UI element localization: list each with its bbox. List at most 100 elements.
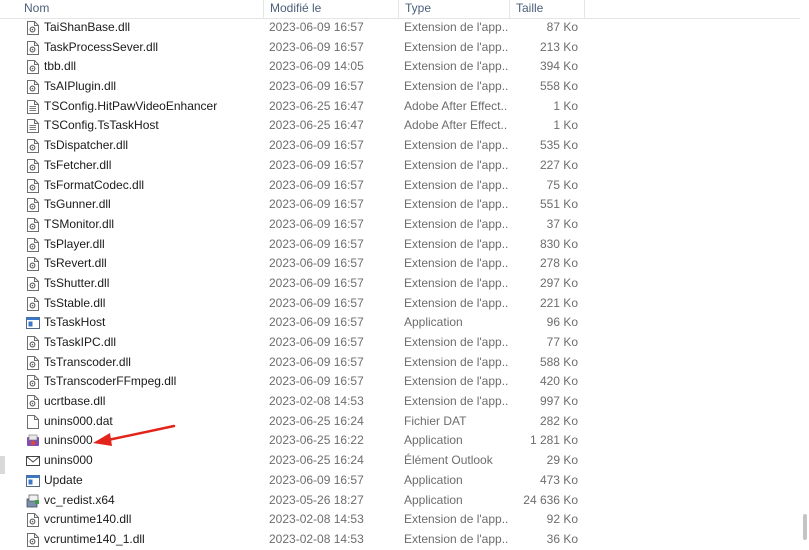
file-icon-cell bbox=[26, 235, 40, 255]
file-type: Extension de l'app... bbox=[404, 216, 508, 231]
file-date: 2023-06-09 16:57 bbox=[269, 315, 364, 330]
file-row[interactable]: vc_redist.x64 2023-05-26 18:27 Application… bbox=[0, 491, 809, 511]
file-size: 36 Ko bbox=[546, 531, 578, 546]
file-size: 37 Ko bbox=[546, 216, 578, 231]
file-name: TSMonitor.dll bbox=[44, 216, 115, 231]
file-date: 2023-06-09 16:57 bbox=[269, 39, 364, 54]
file-row[interactable]: TSConfig.HitPawVideoEnhancer 2023-06-25 1… bbox=[0, 97, 809, 117]
file-row[interactable]: unins000 2023-06-25 16:24 Élément Outlook 2… bbox=[0, 451, 809, 471]
file-row[interactable]: TsFetcher.dll 2023-06-09 16:57 Extension d… bbox=[0, 156, 809, 176]
file-icon-cell bbox=[26, 294, 40, 314]
file-list: TaiShanBase.dll 2023-06-09 16:57 Extension… bbox=[0, 18, 809, 550]
file-date: 2023-06-09 16:57 bbox=[269, 138, 364, 153]
dll-file-icon bbox=[26, 21, 39, 35]
file-row[interactable]: TsDispatcher.dll 2023-06-09 16:57 Extensio… bbox=[0, 136, 809, 156]
file-icon-cell bbox=[26, 274, 40, 294]
file-size: 278 Ko bbox=[539, 256, 578, 271]
file-row[interactable]: vcruntime140.dll 2023-02-08 14:53 Extensio… bbox=[0, 510, 809, 530]
file-row[interactable]: TSMonitor.dll 2023-06-09 16:57 Extension d… bbox=[0, 215, 809, 235]
file-name: unins000.dat bbox=[44, 413, 113, 428]
file-date: 2023-02-08 14:53 bbox=[269, 531, 364, 546]
file-icon-cell bbox=[26, 116, 40, 136]
file-name: TsPlayer.dll bbox=[44, 236, 105, 251]
file-row[interactable]: TsTaskIPC.dll 2023-06-09 16:57 Extension d… bbox=[0, 333, 809, 353]
text-file-icon bbox=[26, 119, 39, 134]
file-name: TsDispatcher.dll bbox=[44, 138, 129, 153]
column-header-name[interactable]: Nom bbox=[18, 0, 264, 18]
file-type: Extension de l'app... bbox=[404, 374, 508, 389]
file-type: Extension de l'app... bbox=[404, 157, 508, 172]
file-name: vc_redist.x64 bbox=[44, 492, 115, 507]
file-row[interactable]: ucrtbase.dll 2023-02-08 14:53 Extension de… bbox=[0, 392, 809, 412]
file-row[interactable]: TsTaskHost 2023-06-09 16:57 Application 96 … bbox=[0, 313, 809, 333]
file-row[interactable]: TsFormatCodec.dll 2023-06-09 16:57 Extensi… bbox=[0, 176, 809, 196]
file-icon-cell bbox=[26, 18, 40, 38]
file-type: Application bbox=[404, 315, 463, 330]
file-size: 420 Ko bbox=[539, 374, 578, 389]
dll-file-icon bbox=[26, 198, 39, 213]
file-size: 77 Ko bbox=[546, 335, 578, 349]
file-icon-cell bbox=[26, 136, 40, 156]
file-size: 535 Ko bbox=[539, 138, 578, 153]
file-row[interactable]: TsAIPlugin.dll 2023-06-09 16:57 Extension … bbox=[0, 77, 809, 97]
file-type: Adobe After Effect... bbox=[404, 98, 508, 113]
file-name: TaiShanBase.dll bbox=[44, 20, 131, 34]
file-row[interactable]: unins000.dat 2023-06-25 16:24 Fichier DAT 2… bbox=[0, 412, 809, 432]
file-icon-cell bbox=[26, 215, 40, 235]
column-header-type[interactable]: Type bbox=[399, 0, 510, 18]
file-name: Update bbox=[44, 472, 83, 487]
file-row[interactable]: unins000 2023-06-25 16:22 Application 1 281… bbox=[0, 431, 809, 451]
file-type: Extension de l'app... bbox=[404, 177, 508, 192]
file-size: 282 Ko bbox=[539, 413, 578, 428]
file-row[interactable]: TsShutter.dll 2023-06-09 16:57 Extension d… bbox=[0, 274, 809, 294]
file-icon-cell bbox=[26, 313, 40, 333]
scrollbar-thumb[interactable] bbox=[803, 514, 807, 540]
file-row[interactable]: TaskProcessSever.dll 2023-06-09 16:57 Exte… bbox=[0, 38, 809, 58]
application-icon bbox=[26, 316, 40, 330]
file-size: 558 Ko bbox=[539, 79, 578, 94]
file-row[interactable]: TsTranscoderFFmpeg.dll 2023-06-09 16:57 Ex… bbox=[0, 372, 809, 392]
file-size: 87 Ko bbox=[546, 20, 578, 34]
file-name: TsShutter.dll bbox=[44, 275, 110, 290]
file-row[interactable]: TSConfig.TsTaskHost 2023-06-25 16:47 Adobe… bbox=[0, 116, 809, 136]
file-row[interactable]: TaiShanBase.dll 2023-06-09 16:57 Extension… bbox=[0, 18, 809, 38]
column-header-size[interactable]: Taille bbox=[510, 0, 585, 18]
file-type: Adobe After Effect... bbox=[404, 118, 508, 133]
file-type: Élément Outlook bbox=[404, 453, 493, 468]
file-date: 2023-06-09 16:57 bbox=[269, 256, 364, 271]
file-row[interactable]: TsGunner.dll 2023-06-09 16:57 Extension de… bbox=[0, 195, 809, 215]
uninstaller-icon bbox=[26, 434, 39, 448]
file-date: 2023-06-09 16:57 bbox=[269, 216, 364, 231]
file-icon-cell bbox=[26, 176, 40, 196]
file-name: TSConfig.HitPawVideoEnhancer bbox=[44, 98, 218, 113]
file-icon-cell bbox=[26, 77, 40, 97]
file-size: 1 281 Ko bbox=[529, 433, 578, 448]
file-date: 2023-06-09 16:57 bbox=[269, 20, 364, 34]
file-date: 2023-06-09 16:57 bbox=[269, 236, 364, 251]
file-size: 221 Ko bbox=[539, 295, 578, 310]
file-row[interactable]: Update 2023-06-09 16:57 Application 473 Ko bbox=[0, 471, 809, 491]
file-icon-cell bbox=[26, 431, 40, 451]
file-row[interactable]: vcruntime140_1.dll 2023-02-08 14:53 Extens… bbox=[0, 530, 809, 550]
file-size: 227 Ko bbox=[539, 157, 578, 172]
column-header-date[interactable]: Modifié le bbox=[264, 0, 399, 18]
vertical-scrollbar[interactable] bbox=[800, 0, 809, 550]
file-type: Extension de l'app... bbox=[404, 236, 508, 251]
file-type: Extension de l'app... bbox=[404, 275, 508, 290]
file-date: 2023-06-25 16:47 bbox=[269, 98, 364, 113]
file-type: Extension de l'app... bbox=[404, 79, 508, 94]
file-name: vcruntime140.dll bbox=[44, 512, 132, 527]
file-type: Extension de l'app... bbox=[404, 512, 508, 527]
file-row[interactable]: TsStable.dll 2023-06-09 16:57 Extension de… bbox=[0, 294, 809, 314]
file-name: TsTranscoderFFmpeg.dll bbox=[44, 374, 177, 389]
dll-file-icon bbox=[26, 395, 39, 410]
dll-file-icon bbox=[26, 336, 39, 350]
file-type: Fichier DAT bbox=[404, 413, 467, 428]
file-row[interactable]: TsRevert.dll 2023-06-09 16:57 Extension de… bbox=[0, 254, 809, 274]
file-row[interactable]: tbb.dll 2023-06-09 14:05 Extension de l'ap… bbox=[0, 57, 809, 77]
file-name: TsAIPlugin.dll bbox=[44, 79, 117, 94]
file-row[interactable]: TsTranscoder.dll 2023-06-09 16:57 Extensio… bbox=[0, 353, 809, 373]
file-row[interactable]: TsPlayer.dll 2023-06-09 16:57 Extension de… bbox=[0, 235, 809, 255]
file-name: TaskProcessSever.dll bbox=[44, 39, 159, 54]
file-icon-cell bbox=[26, 195, 40, 215]
